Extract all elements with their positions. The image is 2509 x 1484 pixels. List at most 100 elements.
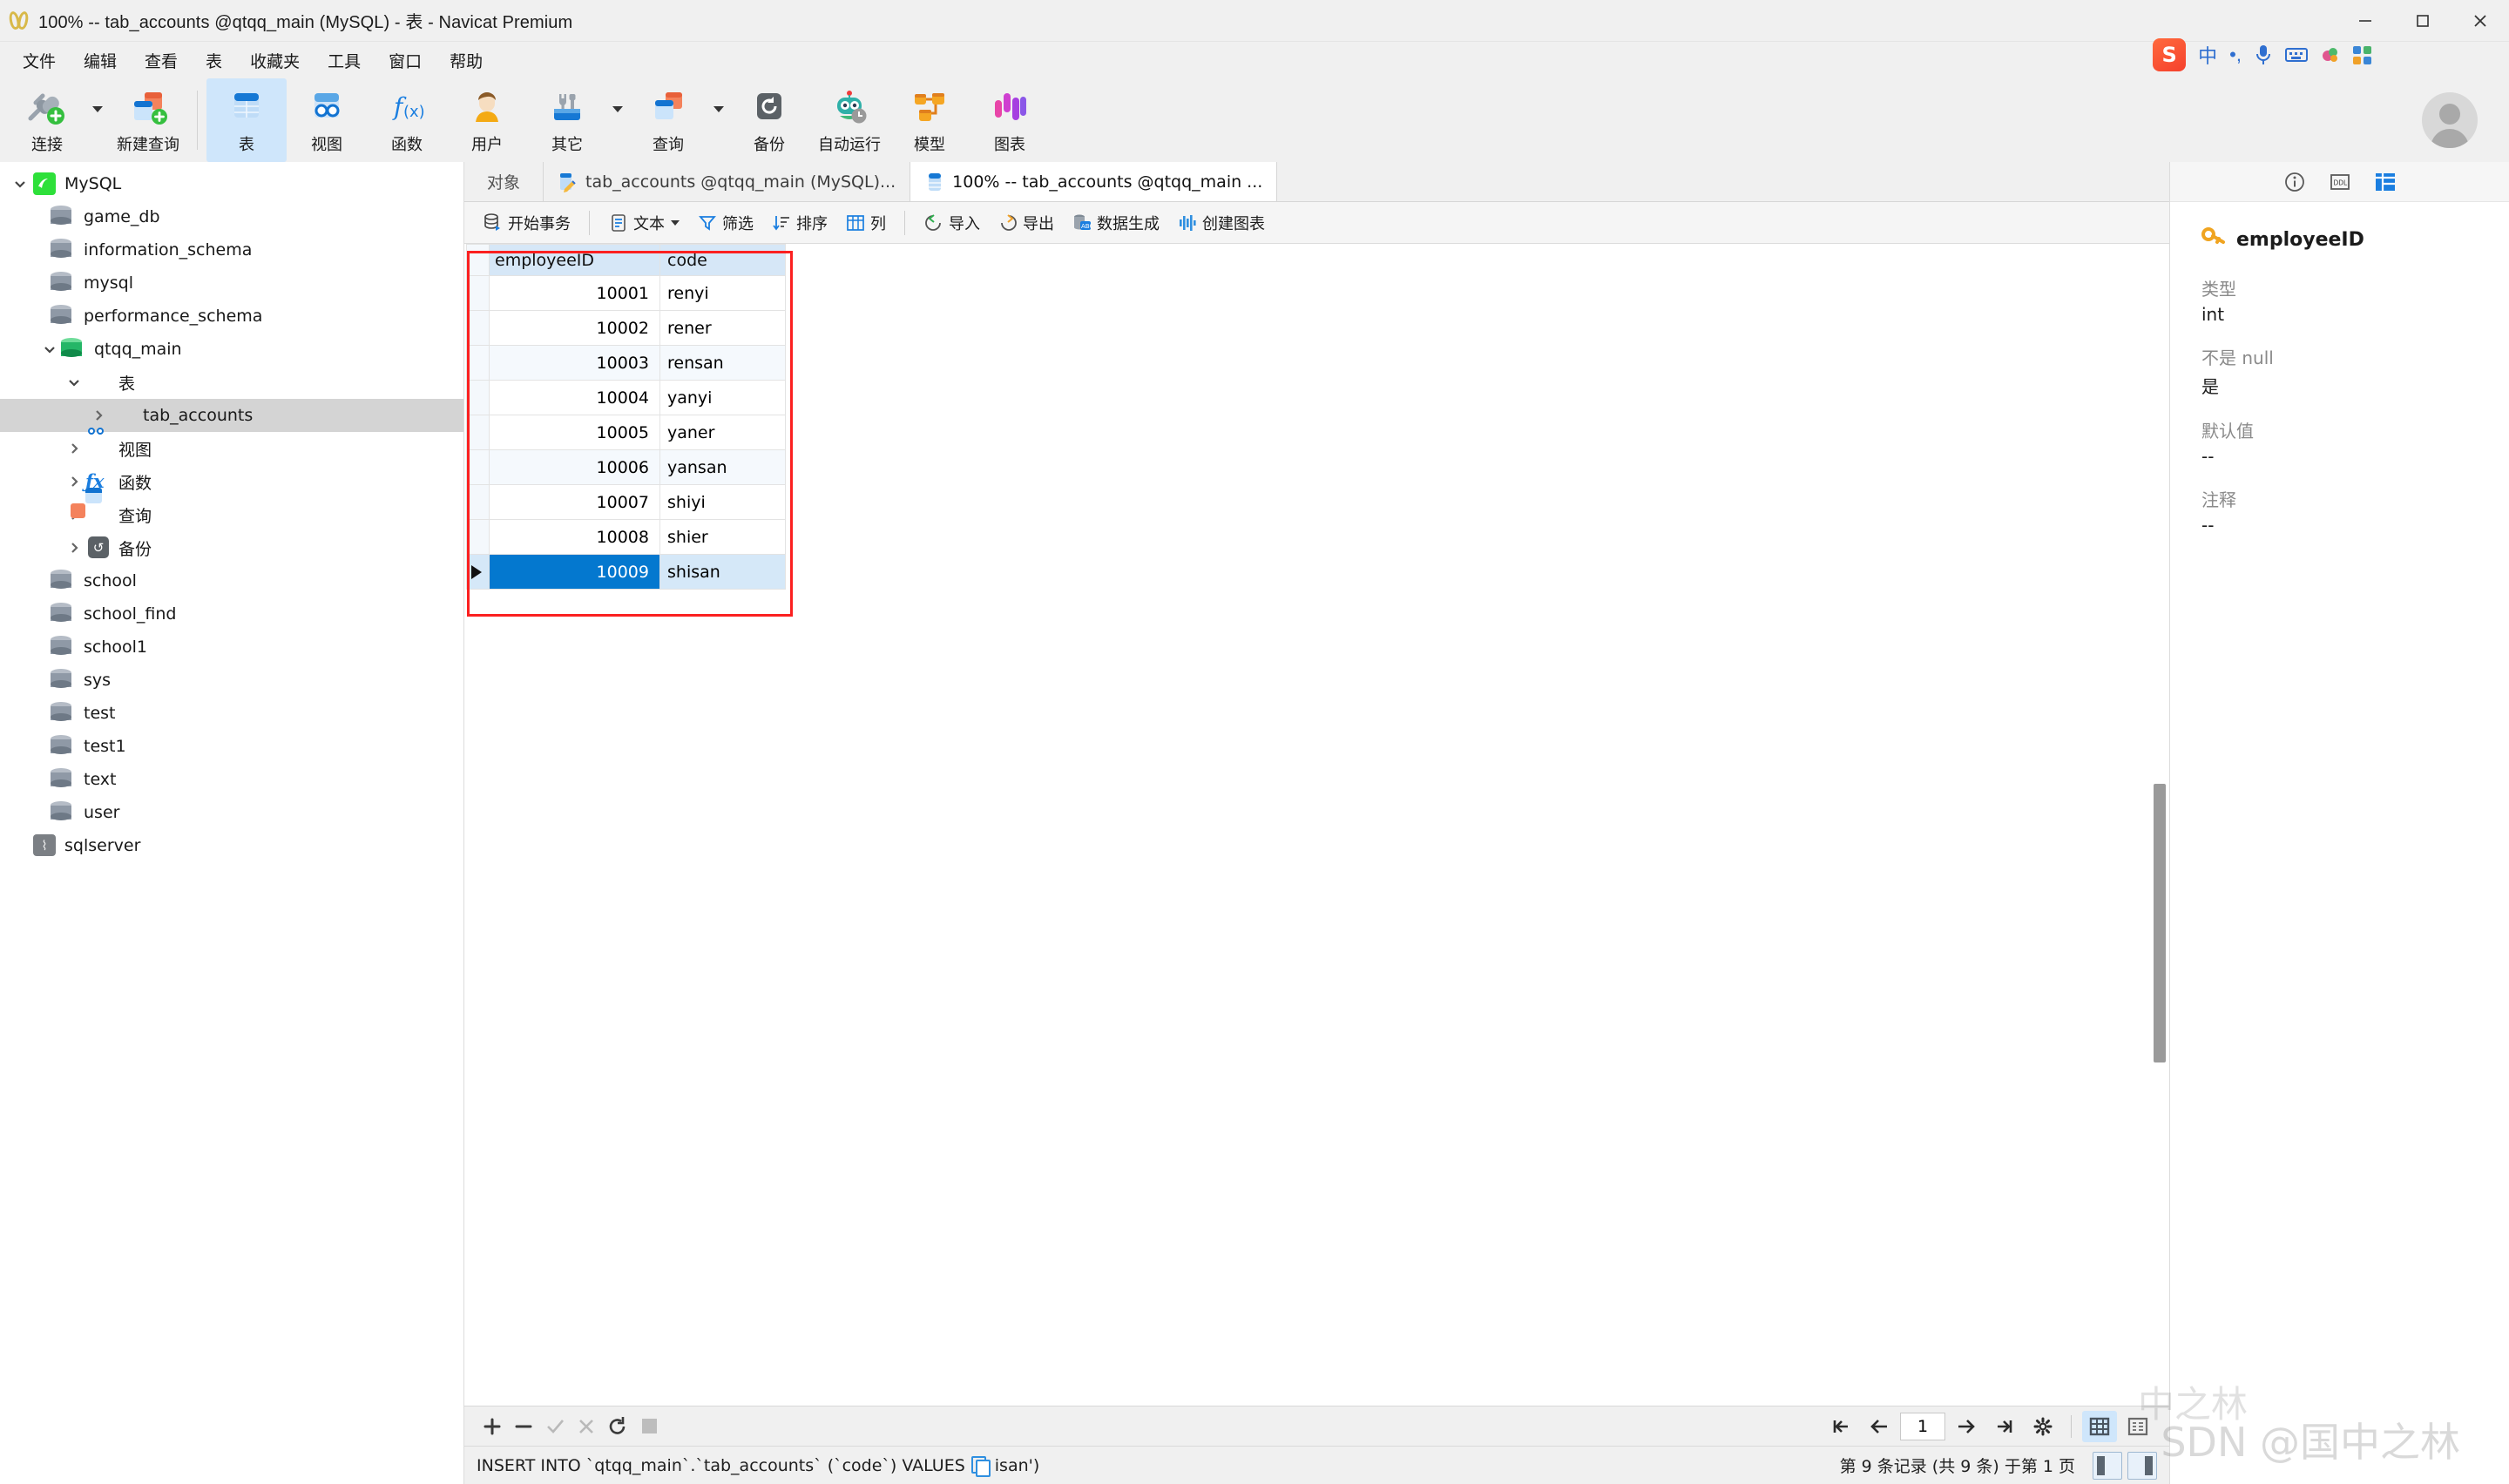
import-button[interactable]: 导入 [916,207,988,239]
cell-employeeid[interactable]: 10001 [489,275,660,311]
table-row[interactable]: 10005 yaner [466,415,786,450]
apply-change-icon[interactable] [539,1411,571,1442]
toggle-right-panel-icon[interactable] [2127,1451,2157,1480]
tree-node-qtqq-main[interactable]: qtqq_main [0,333,463,366]
cell-employeeid[interactable]: 10002 [489,310,660,346]
other-dropdown-caret-icon[interactable] [607,78,628,162]
tab-table-data[interactable]: 100% -- tab_accounts @qtqq_main ... [910,162,1278,201]
menu-edit[interactable]: 编辑 [70,44,131,78]
cell-code[interactable]: yansan [659,449,786,485]
cell-code[interactable]: renyi [659,275,786,311]
row-marker[interactable] [466,449,490,485]
chevron-down-icon[interactable] [63,375,85,389]
tree-node-school[interactable]: school [0,564,463,597]
row-marker-current[interactable] [466,554,490,590]
toolbar-view[interactable]: 视图 [287,78,367,162]
toolbar-model[interactable]: 模型 [889,78,970,162]
chevron-down-icon[interactable] [38,342,61,356]
tree-node-test1[interactable]: test1 [0,730,463,763]
tab-table-design[interactable]: tab_accounts @qtqq_main (MySQL)... [544,162,911,201]
cell-employeeid[interactable]: 10003 [489,345,660,381]
query-dropdown-caret-icon[interactable] [708,78,729,162]
cell-code[interactable]: shier [659,519,786,555]
field-structure-icon[interactable] [2370,168,2400,196]
table-row[interactable]: 10003 rensan [466,345,786,381]
toolbar-user[interactable]: 用户 [447,78,527,162]
tree-node-game-db[interactable]: game_db [0,200,463,233]
chevron-down-icon[interactable] [9,177,31,191]
data-grid[interactable]: employeeID code 10001 renyi 10002 rener … [466,244,786,590]
cell-employeeid[interactable]: 10005 [489,415,660,450]
tree-node-functions-folder[interactable]: ƒx 函数 [0,465,463,498]
cell-code[interactable]: rener [659,310,786,346]
close-button[interactable] [2452,0,2509,42]
row-marker[interactable] [466,519,490,555]
ime-punctuation-toggle[interactable]: •, [2229,44,2242,66]
first-page-icon[interactable] [1823,1411,1858,1442]
user-avatar[interactable] [2422,92,2478,148]
object-tree-sidebar[interactable]: MySQL game_db information_schema mysql p… [0,162,464,1484]
toolbar-connection[interactable]: 连接 [7,78,87,162]
toolbar-table[interactable]: 表 [206,78,287,162]
data-generation-button[interactable]: ABC 数据生成 [1064,207,1167,239]
ddl-icon[interactable]: DDL [2325,168,2355,196]
export-button[interactable]: 导出 [990,207,1062,239]
table-row[interactable]: 10004 yanyi [466,380,786,415]
chevron-right-icon[interactable] [87,408,110,422]
row-marker[interactable] [466,415,490,450]
columns-button[interactable]: 列 [837,207,894,239]
menu-help[interactable]: 帮助 [436,44,497,78]
stop-icon[interactable] [633,1411,665,1442]
tree-node-sys[interactable]: sys [0,664,463,697]
copy-icon[interactable] [970,1456,991,1477]
row-marker[interactable] [466,484,490,520]
cell-employeeid[interactable]: 10008 [489,519,660,555]
table-row[interactable]: 10008 shier [466,519,786,555]
skin-icon[interactable] [2320,44,2341,65]
maximize-button[interactable] [2394,0,2452,42]
refresh-icon[interactable] [602,1411,633,1442]
grid-vertical-scrollbar[interactable] [2154,784,2166,1062]
menu-favorites[interactable]: 收藏夹 [236,44,314,78]
grid-settings-icon[interactable] [2025,1411,2060,1442]
create-chart-button[interactable]: 创建图表 [1169,207,1273,239]
toolbar-new-query[interactable]: 新建查询 [108,78,188,162]
last-page-icon[interactable] [1987,1411,2022,1442]
tree-node-school1[interactable]: school1 [0,631,463,664]
previous-page-icon[interactable] [1862,1411,1897,1442]
table-row[interactable]: 10001 renyi [466,275,786,311]
row-marker[interactable] [466,275,490,311]
cell-code[interactable]: shisan [659,554,786,590]
cell-employeeid[interactable]: 10007 [489,484,660,520]
tree-node-mysql-db[interactable]: mysql [0,266,463,300]
connection-dropdown-caret-icon[interactable] [87,78,108,162]
filter-button[interactable]: 筛选 [689,207,761,239]
tree-node-tab-accounts[interactable]: tab_accounts [0,399,463,432]
ime-language-mode[interactable]: 中 [2198,41,2217,69]
column-header-code[interactable]: code [659,244,786,276]
tree-node-information-schema[interactable]: information_schema [0,233,463,266]
cell-employeeid[interactable]: 10004 [489,380,660,415]
chevron-right-icon[interactable] [63,475,85,489]
cell-code[interactable]: rensan [659,345,786,381]
row-marker[interactable] [466,380,490,415]
microphone-icon[interactable] [2254,44,2273,66]
tree-node-school-find[interactable]: school_find [0,597,463,631]
table-row[interactable]: 10007 shiyi [466,484,786,520]
toolbar-automation[interactable]: 自动运行 [809,78,889,162]
tab-objects[interactable]: 对象 [464,162,544,201]
delete-record-icon[interactable] [508,1411,539,1442]
page-number-input[interactable]: 1 [1900,1412,1945,1440]
menu-view[interactable]: 查看 [131,44,192,78]
info-icon[interactable] [2280,168,2309,196]
chevron-right-icon[interactable] [63,442,85,455]
chevron-down-icon[interactable] [671,219,680,226]
keyboard-icon[interactable] [2285,46,2308,64]
sogou-ime-logo-icon[interactable]: S [2153,38,2187,71]
data-grid-area[interactable]: employeeID code 10001 renyi 10002 rener … [464,244,2169,1406]
tree-node-mysql[interactable]: MySQL [0,167,463,200]
menu-window[interactable]: 窗口 [375,44,436,78]
table-row-selected[interactable]: 10009 shisan [466,554,786,590]
cell-code[interactable]: yaner [659,415,786,450]
sort-button[interactable]: 排序 [763,207,835,239]
